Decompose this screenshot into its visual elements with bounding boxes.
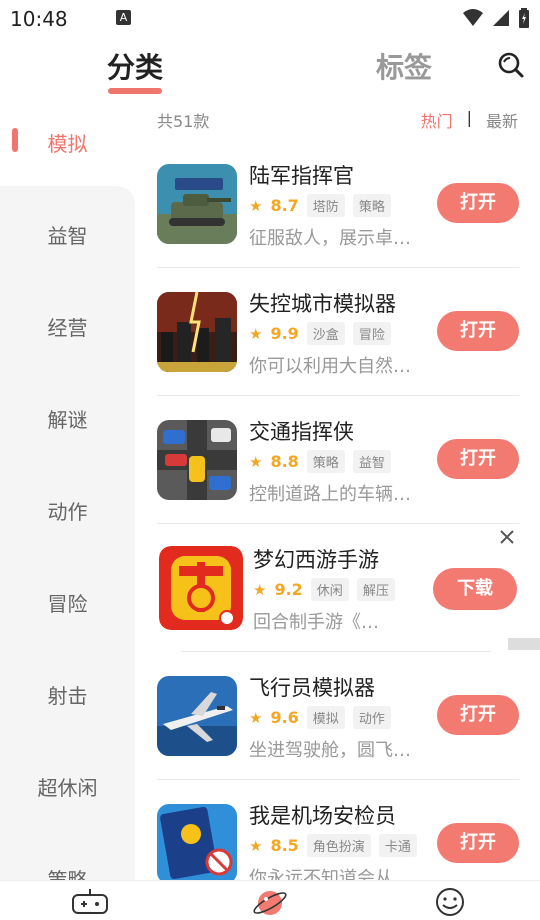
sidebar-item[interactable]: 解谜 [0, 404, 135, 433]
star-icon: ★ [249, 452, 263, 471]
ad-marker [508, 638, 540, 650]
game-tag: 策略 [352, 194, 391, 217]
game-tag: 冒险 [352, 322, 391, 345]
game-tag: 塔防 [306, 194, 345, 217]
game-name: 飞行员模拟器 [249, 676, 375, 700]
game-tag: 益智 [352, 450, 391, 473]
game-tag: 休闲 [310, 578, 349, 601]
game-row[interactable]: 交通指挥侠 ★ 8.8 策略 益智 控制道路上的车辆… 打开 [157, 396, 519, 524]
game-score: 8.5 [270, 836, 299, 855]
game-meta: ★ 9.2 休闲 解压 [253, 578, 395, 601]
game-score: 8.8 [270, 452, 299, 471]
notification-badge: A [116, 10, 131, 25]
game-thumbnail [157, 676, 237, 756]
download-button[interactable]: 下载 [433, 568, 517, 610]
sidebar-item[interactable]: 益智 [0, 220, 135, 249]
planet-icon[interactable] [250, 887, 290, 917]
game-thumbnail [159, 546, 243, 630]
app-screen: 10:48 A 分类 标签 模拟 益智 经营 解谜 动作 冒险 射击 超休闲 共… [0, 0, 540, 920]
game-row-ad[interactable]: 梦幻西游手游 ★ 9.2 休闲 解压 回合制手游《… 下载 [157, 524, 519, 652]
game-thumbnail [157, 420, 237, 500]
game-desc: 你可以利用大自然… [249, 356, 411, 377]
sidebar-item[interactable]: 冒险 [0, 588, 135, 617]
game-meta: ★ 8.8 策略 益智 [249, 450, 391, 473]
sidebar-list: 益智 经营 解谜 动作 冒险 射击 超休闲 策略 [0, 186, 135, 892]
sidebar-item[interactable]: 动作 [0, 496, 135, 525]
game-desc: 坐进驾驶舱，圆飞… [249, 740, 411, 761]
game-tag: 沙盒 [306, 322, 345, 345]
open-button[interactable]: 打开 [437, 183, 519, 223]
game-tag: 模拟 [306, 706, 345, 729]
star-icon: ★ [249, 708, 263, 727]
game-tag: 策略 [306, 450, 345, 473]
status-time: 10:48 [10, 7, 68, 31]
battery-icon [519, 8, 529, 28]
search-icon[interactable] [496, 50, 526, 80]
game-score: 9.2 [274, 580, 303, 599]
signal-icon [493, 10, 509, 26]
tab-tags[interactable]: 标签 [376, 46, 432, 86]
game-tag: 卡通 [378, 834, 417, 857]
game-name: 陆军指挥官 [249, 164, 354, 188]
wifi-icon [463, 9, 483, 26]
game-meta: ★ 9.9 沙盒 冒险 [249, 322, 391, 345]
open-button[interactable]: 打开 [437, 823, 519, 863]
game-score: 9.6 [270, 708, 299, 727]
game-thumbnail [157, 164, 237, 244]
game-row[interactable]: 我是机场安检员 ★ 8.5 角色扮演 卡通 你永远不知道会从… 打开 [157, 780, 519, 880]
game-name: 梦幻西游手游 [253, 548, 379, 572]
game-count: 共51款 [157, 112, 210, 131]
open-button[interactable]: 打开 [437, 695, 519, 735]
game-meta: ★ 8.5 角色扮演 卡通 [249, 834, 417, 857]
sidebar-item-active[interactable]: 模拟 [0, 100, 135, 186]
game-row[interactable]: 失控城市模拟器 ★ 9.9 沙盒 冒险 你可以利用大自然… 打开 [157, 268, 519, 396]
game-row[interactable]: 陆军指挥官 ★ 8.7 塔防 策略 征服敌人，展示卓… 打开 [157, 140, 519, 268]
status-bar: 10:48 A [0, 0, 540, 38]
game-desc: 征服敌人，展示卓… [249, 228, 411, 249]
game-desc: 回合制手游《… [253, 612, 379, 633]
game-meta: ★ 9.6 模拟 动作 [249, 706, 391, 729]
game-row[interactable]: 飞行员模拟器 ★ 9.6 模拟 动作 坐进驾驶舱，圆飞… 打开 [157, 652, 519, 780]
game-tag: 角色扮演 [306, 834, 371, 857]
category-sidebar: 模拟 益智 经营 解谜 动作 冒险 射击 超休闲 策略 [0, 100, 135, 892]
sort-new[interactable]: 最新 [486, 108, 518, 132]
sidebar-item[interactable]: 射击 [0, 680, 135, 709]
game-list-panel: 共51款 热门 | 最新 陆军指挥官 ★ 8.7 塔防 策略 征服敌人，展示卓…… [135, 100, 540, 880]
game-thumbnail [157, 804, 237, 880]
sidebar-item[interactable]: 超休闲 [0, 772, 135, 801]
top-header: 分类 标签 [0, 38, 540, 100]
game-tag: 解压 [356, 578, 395, 601]
sort-separator: | [466, 108, 472, 127]
star-icon: ★ [253, 580, 267, 599]
status-icons [462, 7, 530, 29]
open-button[interactable]: 打开 [437, 439, 519, 479]
game-thumbnail [157, 292, 237, 372]
game-desc: 你永远不知道会从… [249, 868, 411, 880]
star-icon: ★ [249, 324, 263, 343]
sort-hot[interactable]: 热门 [421, 108, 453, 132]
bottom-nav [0, 880, 540, 920]
tab-underline [108, 88, 162, 94]
game-meta: ★ 8.7 塔防 策略 [249, 194, 391, 217]
sidebar-item-label: 模拟 [47, 132, 88, 156]
game-desc: 控制道路上的车辆… [249, 484, 411, 505]
game-name: 交通指挥侠 [249, 420, 354, 444]
game-tag: 动作 [352, 706, 391, 729]
game-score: 9.9 [270, 324, 299, 343]
star-icon: ★ [249, 196, 263, 215]
game-name: 失控城市模拟器 [249, 292, 396, 316]
game-name: 我是机场安检员 [249, 804, 396, 828]
sidebar-item[interactable]: 经营 [0, 312, 135, 341]
tab-category[interactable]: 分类 [107, 46, 163, 86]
gamepad-icon[interactable] [70, 887, 110, 917]
sort-options: 热门 | 最新 [421, 108, 518, 132]
game-score: 8.7 [270, 196, 299, 215]
open-button[interactable]: 打开 [437, 311, 519, 351]
star-icon: ★ [249, 836, 263, 855]
smiley-icon[interactable] [430, 887, 470, 917]
